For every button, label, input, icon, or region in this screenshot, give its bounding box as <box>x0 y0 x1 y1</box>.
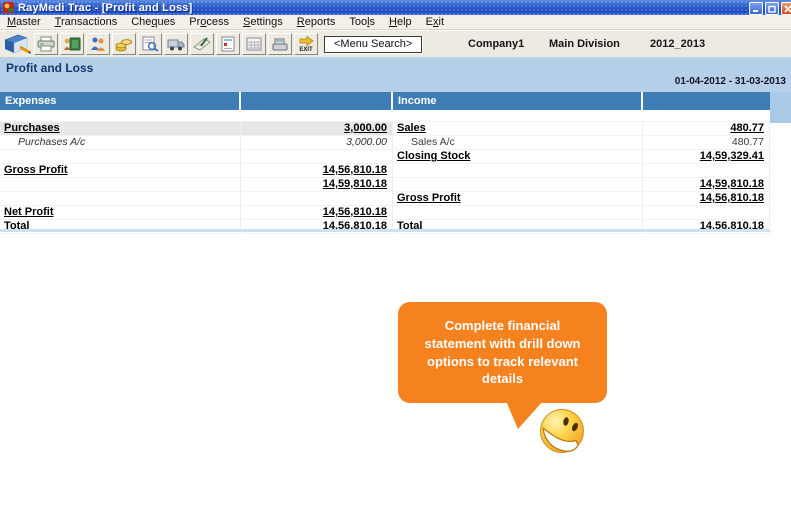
menu-master[interactable]: Master <box>0 15 48 29</box>
report-period: 01-04-2012 - 31-03-2013 <box>674 76 786 87</box>
amount-value <box>241 192 393 205</box>
amount-value[interactable]: 480.77 <box>643 122 770 135</box>
menu-settings[interactable]: Settings <box>236 15 290 29</box>
menu-reports[interactable]: Reports <box>290 15 343 29</box>
table-row: 14,59,810.18 14,59,810.18 <box>0 178 770 192</box>
table-row: Gross Profit 14,56,810.18 <box>0 192 770 206</box>
app-logo-icon <box>3 2 14 13</box>
menu-help[interactable]: Help <box>382 15 419 29</box>
menu-process[interactable]: Process <box>182 15 236 29</box>
income-amount-header <box>643 92 770 110</box>
account-label: Purchases A/c <box>0 136 241 149</box>
table-header-row: Expenses Income <box>0 92 770 110</box>
table-row: Purchases 3,000.00 Sales 480.77 <box>0 122 770 136</box>
account-label[interactable]: Sales <box>393 122 643 135</box>
amount-value[interactable]: 14,56,810.18 <box>643 192 770 205</box>
account-label <box>393 164 643 177</box>
amount-value <box>241 150 393 163</box>
account-label[interactable]: Gross Profit <box>393 192 643 205</box>
cash-payment-icon <box>63 36 81 52</box>
menu-transactions[interactable]: Transactions <box>48 15 125 29</box>
table-row-spacer <box>0 110 770 122</box>
cash-register-button[interactable] <box>268 33 292 55</box>
toolbar: EXIT <Menu Search> Company1 Main Divisio… <box>0 30 791 58</box>
menu-tools[interactable]: Tools <box>342 15 382 29</box>
expenses-amount-header <box>241 92 393 110</box>
amount-value[interactable]: 14,59,329.41 <box>643 150 770 163</box>
amount-value[interactable]: 14,56,810.18 <box>241 164 393 177</box>
exit-icon <box>299 35 314 46</box>
cheque-writing-icon <box>193 36 211 52</box>
profit-loss-table: Purchases 3,000.00 Sales 480.77 Purchases A/… <box>0 110 770 234</box>
exit-button[interactable]: EXIT <box>294 33 318 55</box>
ledger-book-icon <box>3 33 31 55</box>
smiley-face-icon <box>540 409 584 453</box>
window-title: RayMedi Trac - [Profit and Loss] <box>18 1 193 14</box>
customers-button[interactable] <box>86 33 110 55</box>
search-document-button[interactable] <box>138 33 162 55</box>
search-document-icon <box>141 36 159 52</box>
cheque-writing-button[interactable] <box>190 33 214 55</box>
company-label: Company1 <box>468 38 525 50</box>
account-label[interactable] <box>0 178 241 191</box>
report-content: Profit and Loss 01-04-2012 - 31-03-2013 … <box>0 57 791 520</box>
customers-icon <box>89 36 107 52</box>
income-column-header: Income <box>393 92 643 110</box>
amount-value: 480.77 <box>643 136 770 149</box>
callout-bubble: Complete financial statement with drill … <box>398 302 607 403</box>
amount-value[interactable]: 14,59,810.18 <box>241 178 393 191</box>
amount-value[interactable]: 3,000.00 <box>241 122 393 135</box>
amount-value <box>643 164 770 177</box>
account-label: Sales A/c <box>393 136 643 149</box>
account-label[interactable] <box>393 178 643 191</box>
account-label[interactable]: Purchases <box>0 122 241 135</box>
menu-exit[interactable]: Exit <box>419 15 451 29</box>
close-button[interactable] <box>781 2 791 15</box>
menu-bar: Master Transactions Cheques Process Settings… <box>0 15 791 30</box>
account-label <box>0 150 241 163</box>
report-document-icon <box>219 36 237 52</box>
amount-value: 3,000.00 <box>241 136 393 149</box>
table-row: Net Profit 14,56,810.18 <box>0 206 770 220</box>
print-icon <box>37 36 55 52</box>
account-label[interactable]: Closing Stock <box>393 150 643 163</box>
fiscal-year-label: 2012_2013 <box>650 38 706 50</box>
report-document-button[interactable] <box>216 33 240 55</box>
page-title: Profit and Loss <box>6 61 94 75</box>
delivery-truck-button[interactable] <box>164 33 188 55</box>
account-label[interactable]: Net Profit <box>0 206 241 219</box>
calendar-icon <box>245 36 263 52</box>
title-bar: RayMedi Trac - [Profit and Loss] <box>0 0 791 15</box>
report-header-band: Profit and Loss 01-04-2012 - 31-03-2013 <box>0 57 791 92</box>
menu-cheques[interactable]: Cheques <box>124 15 182 29</box>
money-bag-button[interactable] <box>112 33 136 55</box>
restore-button[interactable] <box>765 2 779 15</box>
calendar-button[interactable] <box>242 33 266 55</box>
app-window: RayMedi Trac - [Profit and Loss] Master T… <box>0 0 791 520</box>
amount-value[interactable]: 14,59,810.18 <box>643 178 770 191</box>
money-bag-icon <box>115 36 133 52</box>
minimize-button[interactable] <box>749 2 763 15</box>
scrollbar-strip[interactable] <box>770 92 791 123</box>
ledger-book-button[interactable] <box>2 33 32 55</box>
table-row: Purchases A/c 3,000.00 Sales A/c 480.77 <box>0 136 770 150</box>
delivery-truck-icon <box>167 36 185 52</box>
menu-search-box[interactable]: <Menu Search> <box>324 35 423 53</box>
exit-label: EXIT <box>299 46 313 53</box>
account-label[interactable]: Gross Profit <box>0 164 241 177</box>
table-row: Gross Profit 14,56,810.18 <box>0 164 770 178</box>
amount-value[interactable]: 14,56,810.18 <box>241 206 393 219</box>
account-label <box>393 206 643 219</box>
expenses-column-header: Expenses <box>0 92 241 110</box>
account-label <box>0 192 241 205</box>
table-row: Closing Stock 14,59,329.41 <box>0 150 770 164</box>
cash-register-icon <box>271 36 289 52</box>
cash-payment-button[interactable] <box>60 33 84 55</box>
table-bottom-border <box>0 229 770 232</box>
print-button[interactable] <box>34 33 58 55</box>
division-label: Main Division <box>549 38 620 50</box>
callout-text: Complete financial statement with drill … <box>424 317 581 387</box>
amount-value <box>643 206 770 219</box>
